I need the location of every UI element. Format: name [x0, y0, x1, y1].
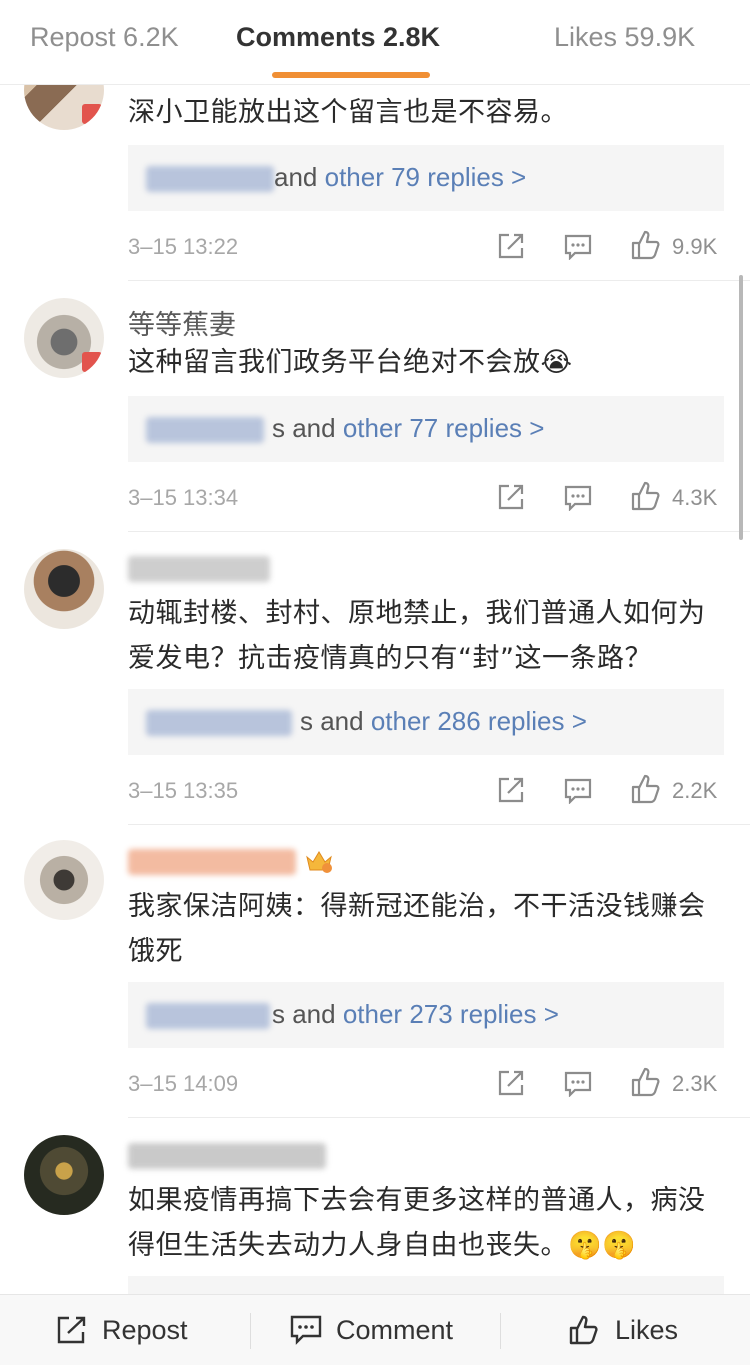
reply-suffix: and	[274, 162, 325, 192]
comment-text: 深小卫能放出这个留言也是不容易。	[128, 97, 568, 128]
active-tab-indicator	[272, 72, 430, 78]
tab-comments[interactable]: Comments 2.8K	[236, 22, 440, 53]
username[interactable]: 等等蕉妻	[128, 303, 236, 342]
comment-time: 3–15 14:09	[128, 1071, 239, 1096]
comment-time: 3–15 13:35	[128, 778, 239, 803]
comment-icon[interactable]	[564, 778, 592, 804]
divider	[128, 824, 750, 825]
avatar[interactable]	[24, 549, 104, 629]
repost-icon	[57, 1316, 86, 1344]
blurred-replier-names	[146, 1003, 270, 1029]
tab-repost[interactable]: Repost 6.2K	[30, 22, 179, 53]
divider	[250, 1313, 251, 1349]
comment-button[interactable]: Comment	[290, 1295, 453, 1365]
comment-label: Comment	[336, 1314, 454, 1345]
comment-text: 我家保洁阿姨：得新冠还能治，不干活没钱赚会饿死	[128, 891, 706, 967]
repost-icon[interactable]	[497, 1069, 525, 1097]
like-button[interactable]: Likes	[567, 1295, 678, 1365]
reply-preview[interactable]: s and other 273 replies >	[128, 982, 724, 1048]
divider	[128, 1117, 750, 1118]
like-count: 9.9K	[672, 234, 718, 259]
divider	[500, 1313, 501, 1349]
comment-icon[interactable]	[564, 485, 592, 511]
tab-bar: Repost 6.2K Comments 2.8K Likes 59.9K	[0, 0, 750, 85]
comment-icon	[290, 1315, 322, 1345]
more-replies-link[interactable]: other 79 replies >	[325, 162, 527, 192]
reply-preview[interactable]: s and other 77 replies >	[128, 396, 724, 462]
avatar[interactable]	[24, 840, 104, 920]
comment-icon[interactable]	[564, 234, 592, 260]
comment-text: 如果疫情再搞下去会有更多这样的普通人，病没得但生活失去动力人身自由也丧失。🤫🤫	[128, 1185, 706, 1261]
comment-time: 3–15 13:22	[128, 234, 239, 259]
blurred-replier-names	[146, 417, 264, 443]
blurred-replier-names	[146, 710, 292, 736]
like-icon	[569, 1315, 598, 1345]
reply-suffix: s and	[300, 706, 371, 736]
verified-badge	[82, 104, 102, 124]
tab-likes[interactable]: Likes 59.9K	[554, 22, 695, 53]
like-icon[interactable]	[630, 229, 662, 261]
likes-label: Likes	[615, 1314, 679, 1345]
comment-text: 动辄封楼、封村、原地禁止，我们普通人如何为爱发电？抗击疫情真的只有“封”这一条路…	[128, 598, 706, 674]
like-count: 4.3K	[672, 485, 718, 510]
blurred-username[interactable]	[128, 849, 296, 875]
reply-suffix: s and	[272, 413, 343, 443]
scrollbar[interactable]	[739, 275, 743, 540]
more-replies-link[interactable]: other 77 replies >	[343, 413, 545, 443]
like-icon[interactable]	[630, 1066, 662, 1098]
crown-icon	[306, 851, 332, 873]
blurred-replier-names	[146, 166, 274, 192]
repost-icon[interactable]	[497, 483, 525, 511]
more-replies-link[interactable]: other 273 replies >	[343, 999, 559, 1029]
like-icon[interactable]	[630, 480, 662, 512]
reply-preview[interactable]: and other 79 replies >	[128, 145, 724, 211]
comment-time: 3–15 13:34	[128, 485, 239, 510]
divider	[128, 531, 750, 532]
divider	[128, 280, 750, 281]
blurred-username[interactable]	[128, 1143, 326, 1169]
reply-suffix: s and	[272, 999, 343, 1029]
avatar[interactable]	[24, 1135, 104, 1215]
repost-label: Repost	[102, 1314, 188, 1345]
like-count: 2.2K	[672, 778, 718, 803]
comment-text: 这种留言我们政务平台绝对不会放😭	[128, 347, 573, 378]
repost-icon[interactable]	[497, 776, 525, 804]
like-count: 2.3K	[672, 1071, 718, 1096]
repost-button[interactable]: Repost	[56, 1295, 188, 1365]
like-icon[interactable]	[630, 773, 662, 805]
reply-preview[interactable]: s and other 286 replies >	[128, 689, 724, 755]
blurred-username[interactable]	[128, 556, 270, 582]
reply-preview[interactable]	[128, 1276, 724, 1294]
bottom-action-bar: Repost Comment Likes	[0, 1294, 750, 1365]
avatar[interactable]	[24, 298, 104, 378]
comment-icon[interactable]	[564, 1071, 592, 1097]
verified-badge	[82, 352, 102, 372]
more-replies-link[interactable]: other 286 replies >	[371, 706, 587, 736]
repost-icon[interactable]	[497, 232, 525, 260]
